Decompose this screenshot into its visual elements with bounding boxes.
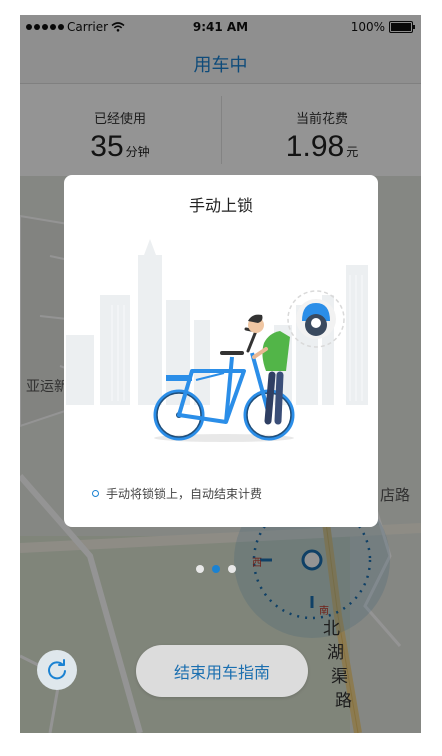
tip-bullet-icon — [92, 490, 99, 497]
page-dot[interactable] — [228, 565, 236, 573]
lock-guide-modal: 手动上锁 手动将锁锁上，自动结束计费 — [64, 175, 378, 527]
modal-tip: 手动将锁锁上，自动结束计费 — [92, 485, 262, 502]
modal-title: 手动上锁 — [188, 196, 253, 215]
modal-tip-text: 手动将锁锁上，自动结束计费 — [106, 487, 263, 501]
lock-bike-illustration — [66, 239, 368, 442]
end-ride-guide-label: 结束用车指南 — [173, 663, 270, 682]
page-dot-active[interactable] — [212, 565, 220, 573]
refresh-button[interactable] — [37, 650, 77, 690]
refresh-icon — [48, 659, 66, 680]
page-indicator[interactable] — [196, 565, 236, 573]
page-dot[interactable] — [196, 565, 204, 573]
end-ride-guide-button[interactable]: 结束用车指南 — [136, 645, 308, 697]
phone-screen: Carrier 9:41 AM 100% 用车中 已经使用 35分钟 当前花费 — [20, 15, 421, 733]
